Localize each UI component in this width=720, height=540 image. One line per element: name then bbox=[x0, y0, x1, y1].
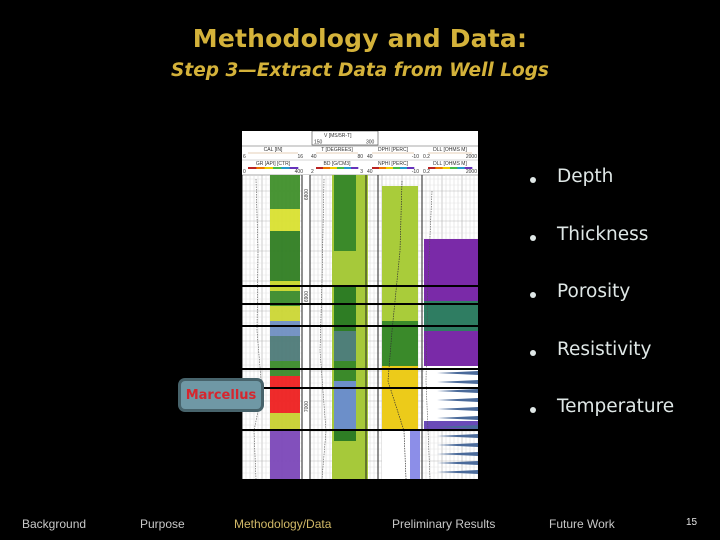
track-curve-label: NPHI [PERC] bbox=[378, 161, 409, 167]
marcellus-formation-label: Marcellus bbox=[178, 378, 264, 412]
slide-page-number: 15 bbox=[686, 517, 698, 528]
track-scale-max: 16 bbox=[297, 154, 303, 160]
bullet-text: Temperature bbox=[557, 396, 675, 417]
top-scale-max: 300 bbox=[366, 140, 375, 146]
bullet-item: Porosity bbox=[530, 281, 674, 339]
track-scale-min: 40 bbox=[311, 154, 317, 160]
header-color-bar bbox=[393, 167, 401, 169]
bullet-item: Thickness bbox=[530, 224, 674, 282]
bullet-icon bbox=[530, 234, 536, 241]
track-scale-min: 0.2 bbox=[423, 154, 430, 160]
top-scale-label: V [MS/5R-T] bbox=[324, 133, 352, 139]
top-scale-min: 150 bbox=[314, 140, 323, 146]
track-scale-min: 0.2 bbox=[423, 169, 430, 175]
bullet-icon bbox=[530, 292, 536, 298]
bullet-icon bbox=[530, 407, 536, 413]
header-color-bar bbox=[351, 167, 359, 169]
slide-title: Methodology and Data: bbox=[192, 24, 528, 53]
track-scale-max: 400 bbox=[295, 169, 304, 175]
header-color-bar bbox=[316, 167, 324, 169]
bullet-text: Resistivity bbox=[557, 338, 652, 360]
track-curve-label: GR [API] [CTR] bbox=[256, 161, 291, 167]
header-color-bar bbox=[337, 167, 345, 169]
well-log-image: V [MS/5R-T] 150 300 CAL [IN] 6 16 GR [API] … bbox=[242, 131, 478, 479]
depth-label: 7000 bbox=[304, 401, 310, 412]
track-curve-label: DLL [OHMS M] bbox=[433, 147, 467, 153]
track-scale-max: 3 bbox=[360, 169, 363, 175]
footer-nav-future-work[interactable]: Future Work bbox=[549, 517, 615, 531]
track-curve-label: DLL [OHMS M] bbox=[433, 161, 467, 167]
track-scale-max: 80 bbox=[357, 154, 363, 160]
track-curve-label: BD [G/CM3] bbox=[324, 161, 352, 167]
footer-nav-background[interactable]: Background bbox=[22, 517, 86, 531]
header-color-bar bbox=[372, 167, 380, 169]
header-color-bar bbox=[450, 167, 458, 169]
depth-label: 6900 bbox=[304, 291, 310, 302]
depth-label: 6800 bbox=[304, 189, 310, 200]
header-color-bar bbox=[330, 167, 338, 169]
bullet-text: Thickness bbox=[557, 223, 649, 245]
header-color-bar bbox=[379, 167, 387, 169]
footer-nav-preliminary-results[interactable]: Preliminary Results bbox=[392, 517, 495, 531]
header-color-bar bbox=[386, 167, 394, 169]
header-color-bar bbox=[264, 167, 274, 169]
bullet-item: Resistivity bbox=[530, 339, 674, 397]
footer-nav-methodology-data[interactable]: Methodology/Data bbox=[234, 517, 331, 531]
header-color-bar bbox=[400, 167, 408, 169]
track-scale-min: 40 bbox=[367, 154, 373, 160]
header-color-bar bbox=[457, 167, 465, 169]
track-scale-max: 2000 bbox=[466, 169, 477, 175]
header-color-bar bbox=[344, 167, 352, 169]
header-color-bar bbox=[256, 167, 265, 169]
bullet-text: Porosity bbox=[557, 281, 631, 302]
footer-nav: Background Purpose Methodology/Data Prel… bbox=[0, 517, 720, 535]
footer-nav-purpose[interactable]: Purpose bbox=[140, 517, 185, 531]
header-color-bar bbox=[281, 167, 290, 169]
header-color-bar bbox=[435, 167, 443, 169]
bullet-item: Temperature bbox=[530, 396, 674, 454]
track-curve-label: CAL [IN] bbox=[264, 147, 283, 153]
header-color-bar bbox=[248, 167, 257, 169]
header-color-bar bbox=[323, 167, 331, 169]
header-color-bar bbox=[273, 167, 282, 169]
track-scale-max: -10 bbox=[412, 154, 419, 160]
log-header: V [MS/5R-T] 150 300 CAL [IN] 6 16 GR [API] … bbox=[242, 131, 478, 176]
track-scale-min: 6 bbox=[243, 154, 246, 160]
track-scale-min: 0 bbox=[243, 169, 246, 175]
track-curve-label: DPHI [PERC] bbox=[378, 147, 409, 153]
track-scale-min: 2 bbox=[311, 169, 314, 175]
track-scale-max: -10 bbox=[412, 169, 419, 175]
track-curve-label: T [DEGREES] bbox=[321, 147, 353, 153]
bullet-icon bbox=[530, 177, 536, 183]
bullet-text: Depth bbox=[557, 166, 614, 187]
track-scale-min: 40 bbox=[367, 169, 373, 175]
slide-subtitle: Step 3—Extract Data from Well Logs bbox=[171, 60, 549, 81]
bullet-item: Depth bbox=[530, 166, 674, 224]
bullet-icon bbox=[530, 349, 536, 356]
bullet-list: Depth Thickness Porosity Resistivity Tem… bbox=[530, 166, 674, 454]
track-scale-max: 2000 bbox=[466, 154, 477, 160]
header-color-bar bbox=[442, 167, 451, 169]
